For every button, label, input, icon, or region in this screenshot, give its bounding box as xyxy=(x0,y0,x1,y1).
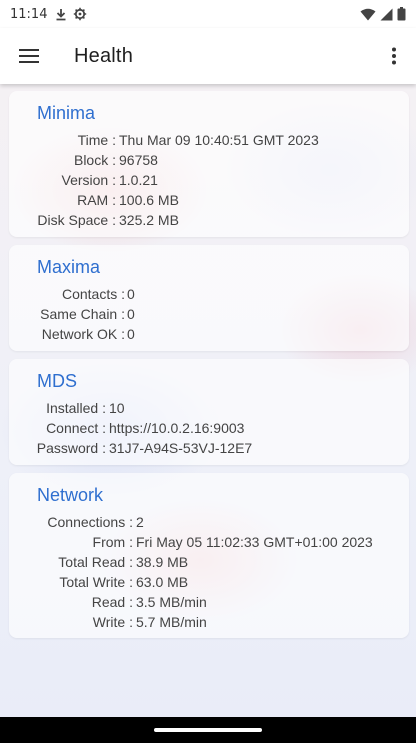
card-title-minima: Minima xyxy=(37,103,96,123)
row-label: Installed : xyxy=(46,400,106,416)
row-value: 100.6 MB xyxy=(119,192,179,208)
row-label: Block : xyxy=(73,152,116,168)
menu-button[interactable] xyxy=(0,28,58,84)
row-value: 96758 xyxy=(119,152,158,168)
row-label: Network OK : xyxy=(41,326,125,342)
info-row: Block : 96758 xyxy=(9,152,409,172)
status-bar: 11:14 xyxy=(0,0,416,28)
info-row: Write : 5.7 MB/min xyxy=(9,614,409,634)
page-title: Health xyxy=(74,44,134,67)
settings-gear-icon xyxy=(74,7,87,21)
info-row: Connections : 2 xyxy=(9,514,409,534)
info-row: Time : Thu Mar 09 10:40:51 GMT 2023 xyxy=(9,132,409,152)
info-row: Contacts : 0 xyxy=(9,286,409,306)
row-value: 0 xyxy=(127,306,135,322)
more-vertical-icon xyxy=(392,47,396,65)
system-navigation-bar xyxy=(0,717,416,743)
home-gesture-handle[interactable] xyxy=(154,728,262,732)
row-value: 63.0 MB xyxy=(136,574,189,590)
app-bar: Health xyxy=(0,28,416,84)
wifi-icon xyxy=(360,8,376,20)
status-time: 11:14 xyxy=(10,6,48,22)
row-label: Password : xyxy=(36,440,106,456)
row-label: Write : xyxy=(92,614,133,630)
row-value: 3.5 MB/min xyxy=(136,594,207,610)
row-label: RAM : xyxy=(77,192,116,208)
info-row: Read : 3.5 MB/min xyxy=(9,594,409,614)
row-value: https://10.0.2.16:9003 xyxy=(109,420,245,436)
row-label: Version : xyxy=(61,172,116,188)
row-value: Fri May 05 11:02:33 GMT+01:00 2023 xyxy=(136,534,373,550)
info-row: Version : 1.0.21 xyxy=(9,172,409,192)
info-row: Total Read : 38.9 MB xyxy=(9,554,409,574)
minima-card: Minima Time : Thu Mar 09 10:40:51 GMT 20… xyxy=(9,91,409,237)
card-title-mds: MDS xyxy=(37,371,77,391)
info-row: Connect : https://10.0.2.16:9003 xyxy=(9,420,409,440)
info-row: Disk Space : 325.2 MB xyxy=(9,212,409,232)
card-title-maxima: Maxima xyxy=(37,257,101,277)
row-value: 5.7 MB/min xyxy=(136,614,207,630)
more-options-button[interactable] xyxy=(372,28,416,84)
row-label: Time : xyxy=(77,132,116,148)
row-value: 1.0.21 xyxy=(119,172,158,188)
row-label: Total Read : xyxy=(58,554,133,570)
row-value: 325.2 MB xyxy=(119,212,179,228)
row-label: Contacts : xyxy=(61,286,125,302)
card-title-network: Network xyxy=(37,485,104,505)
row-label: Same Chain : xyxy=(40,306,125,322)
row-label: Connect : xyxy=(46,420,106,436)
hamburger-menu-icon xyxy=(19,49,39,63)
row-value: 10 xyxy=(109,400,125,416)
row-value: 2 xyxy=(136,514,144,530)
signal-icon xyxy=(380,8,393,20)
row-value: 0 xyxy=(127,286,135,302)
row-value: 31J7-A94S-53VJ-12E7 xyxy=(109,440,253,456)
row-value: 0 xyxy=(127,326,135,342)
row-value: Thu Mar 09 10:40:51 GMT 2023 xyxy=(119,132,319,148)
info-row: Total Write : 63.0 MB xyxy=(9,574,409,594)
row-value: 38.9 MB xyxy=(136,554,189,570)
download-icon xyxy=(56,8,66,20)
row-label: Read : xyxy=(91,594,133,610)
row-label: Total Write : xyxy=(59,574,133,590)
network-card: Network Connections : 2 From : Fri May 0… xyxy=(9,473,409,638)
row-label: Connections : xyxy=(47,514,133,530)
info-row: Network OK : 0 xyxy=(9,326,409,346)
mds-card: MDS Installed : 10 Connect : https://10.… xyxy=(9,359,409,465)
info-row: From : Fri May 05 11:02:33 GMT+01:00 202… xyxy=(9,534,409,554)
info-row: Password : 31J7-A94S-53VJ-12E7 xyxy=(9,440,409,460)
maxima-card: Maxima Contacts : 0 Same Chain : 0 Netwo… xyxy=(9,245,409,351)
row-label: Disk Space : xyxy=(37,212,116,228)
row-label: From : xyxy=(92,534,133,550)
info-row: Same Chain : 0 xyxy=(9,306,409,326)
info-row: Installed : 10 xyxy=(9,400,409,420)
battery-icon xyxy=(397,7,406,21)
info-row: RAM : 100.6 MB xyxy=(9,192,409,212)
